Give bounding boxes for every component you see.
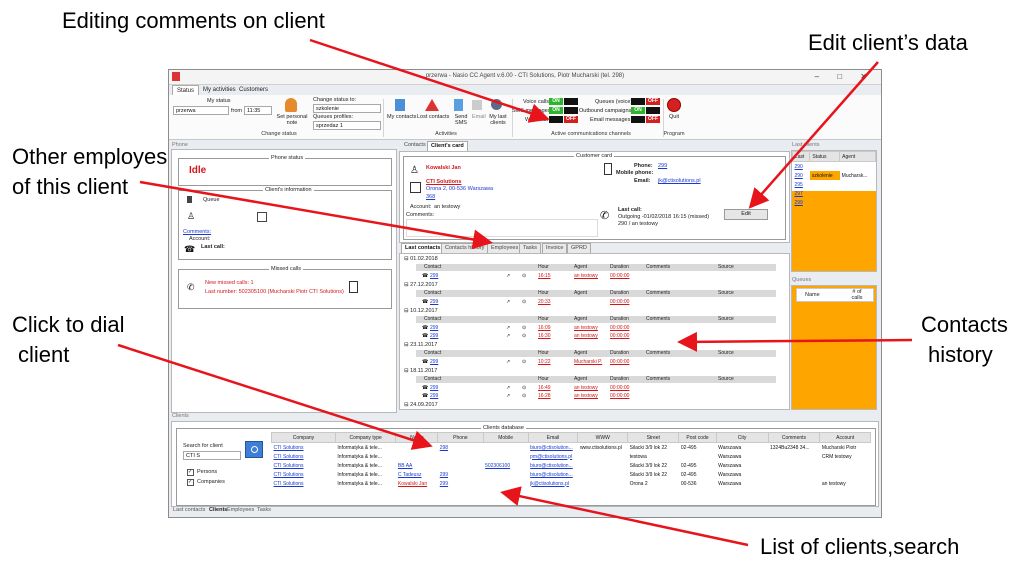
annotation-arrows xyxy=(117,38,913,547)
arrow-editing-comments xyxy=(309,38,550,123)
arrow-contacts-history xyxy=(677,331,913,352)
arrow-click-dial xyxy=(117,343,433,450)
arrow-other-employees xyxy=(139,180,493,250)
arrow-edit-client xyxy=(748,61,879,209)
arrow-list-clients xyxy=(500,486,749,547)
